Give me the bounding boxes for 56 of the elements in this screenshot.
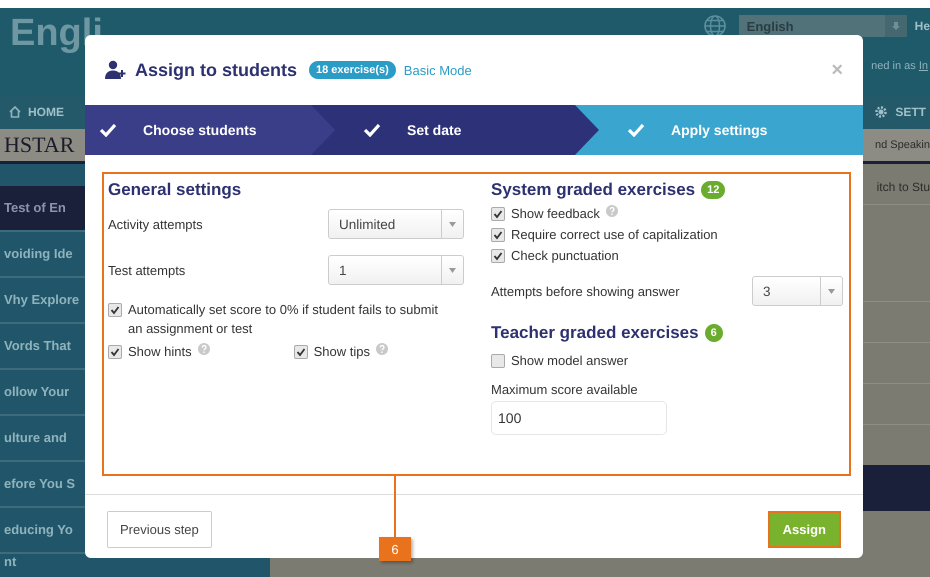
add-user-icon [105, 60, 127, 80]
dropdown[interactable]: 1 [328, 255, 464, 285]
checkbox[interactable] [491, 228, 505, 242]
caret-icon [449, 222, 456, 226]
checkbox[interactable] [108, 303, 122, 317]
checkbox-label: Require correct use of capitalization [511, 227, 718, 242]
wizard-step: Set date [311, 105, 599, 155]
callout-badge: 6 [379, 537, 411, 561]
switch-link[interactable]: itch to Stu [876, 180, 930, 194]
checkbox-label: Check punctuation [511, 248, 619, 263]
signed-in-text: ned in as In [871, 60, 929, 72]
previous-step-button[interactable]: Previous step [107, 511, 212, 548]
field-label: Test attempts [108, 262, 186, 278]
checkbox-label: Show tips [314, 344, 370, 359]
dropdown[interactable]: 3 [752, 276, 843, 306]
check-icon [99, 123, 117, 137]
checkbox[interactable] [491, 248, 505, 262]
checkbox[interactable] [491, 354, 505, 368]
nav-link[interactable]: SETT [873, 104, 926, 120]
globe-icon [702, 14, 727, 38]
course-title: nd Speakin [874, 139, 930, 151]
checkbox-label: Show model answer [511, 353, 628, 368]
checkbox[interactable] [294, 344, 308, 358]
wizard-step: Choose students [85, 105, 335, 155]
basic-mode-link[interactable]: Basic Mode [404, 62, 472, 78]
brand-logo: HSTAR [3, 132, 74, 158]
wizard-step: Apply settings [575, 105, 863, 155]
checkbox-label: Show hints [128, 344, 192, 359]
assign-button[interactable]: Assign [768, 511, 841, 548]
checkbox-label: Automatically set score to 0% if student fails to submit an assignment or test [128, 301, 439, 338]
exercise-count-badge: 18 exercise(s) [309, 61, 396, 79]
home-icon [8, 105, 22, 119]
score-input[interactable]: 100 [491, 401, 667, 435]
section-heading: System graded exercises [491, 180, 696, 200]
field-label: Attempts before showing answer [491, 284, 680, 298]
check-icon [363, 123, 381, 137]
checkbox[interactable] [108, 344, 122, 358]
count-badge: 6 [704, 324, 723, 342]
section-heading: Teacher graded exercises [491, 323, 699, 343]
caret-icon [449, 268, 456, 272]
header-text: He [914, 19, 930, 33]
checkbox-label: Show feedback [511, 206, 600, 221]
section-heading: General settings [108, 180, 242, 200]
count-badge: 12 [701, 181, 726, 199]
nav-link[interactable]: HOME [8, 105, 64, 119]
field-label: Activity attempts [108, 216, 203, 232]
sidebar-item[interactable]: nt [0, 554, 270, 574]
checkbox[interactable] [491, 206, 505, 220]
language-select[interactable]: English [738, 15, 907, 37]
check-icon [627, 123, 645, 137]
caret-icon [828, 288, 835, 294]
down-arrow-icon [890, 21, 901, 31]
dialog-title: Assign to students [135, 60, 298, 80]
gear-icon [873, 104, 890, 120]
dropdown[interactable]: Unlimited [328, 209, 464, 239]
field-label: Maximum score available [491, 382, 639, 397]
